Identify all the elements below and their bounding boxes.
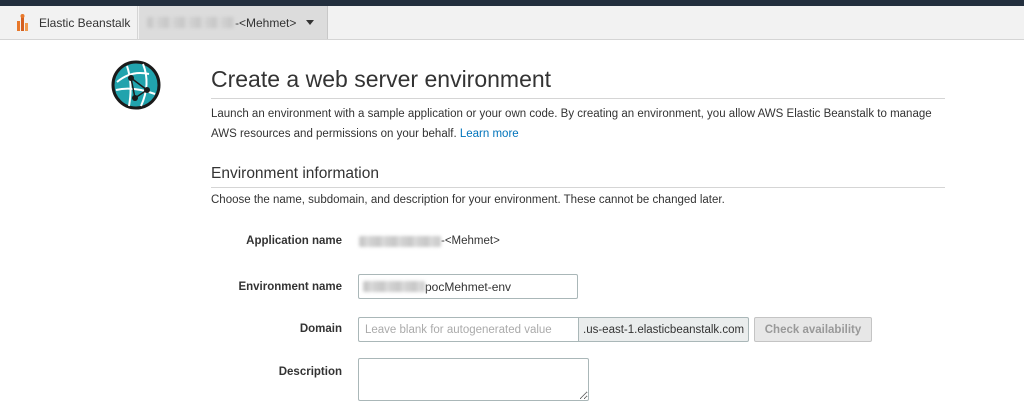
page-intro: Launch an environment with a sample appl… [211, 104, 951, 144]
redacted-text [363, 281, 425, 292]
environment-name-label: Environment name [238, 281, 342, 293]
intro-text: Launch an environment with a sample appl… [211, 108, 932, 140]
page-title: Create a web server environment [211, 66, 552, 92]
application-name-label: Application name [246, 235, 342, 247]
section-divider [211, 187, 945, 188]
environment-name-field[interactable]: pocMehmet-env [358, 274, 578, 299]
redacted-text [147, 17, 235, 28]
web-server-globe-icon [111, 60, 161, 110]
environment-name-value: pocMehmet-env [425, 279, 512, 294]
application-selector[interactable]: -<Mehmet> [139, 6, 328, 39]
redacted-text [359, 235, 441, 247]
description-label: Description [278, 366, 342, 378]
domain-input[interactable] [358, 317, 578, 342]
application-name-text: -<Mehmet> [441, 235, 500, 247]
service-home-link[interactable]: Elastic Beanstalk [0, 6, 138, 39]
domain-label: Domain [299, 323, 342, 335]
section-heading-environment-information: Environment information [211, 165, 379, 182]
description-textarea[interactable] [358, 358, 589, 401]
title-divider [211, 98, 945, 99]
service-name: Elastic Beanstalk [39, 15, 131, 30]
service-navbar: Elastic Beanstalk -<Mehmet> [0, 6, 1024, 40]
domain-suffix: .us-east-1.elasticbeanstalk.com [578, 317, 749, 342]
beanstalk-icon [17, 13, 28, 31]
check-availability-button[interactable]: Check availability [754, 317, 872, 342]
caret-down-icon [306, 20, 315, 25]
application-selector-label: -<Mehmet> [235, 15, 297, 30]
section-description: Choose the name, subdomain, and descript… [211, 194, 725, 206]
learn-more-link[interactable]: Learn more [460, 128, 519, 140]
application-name-value: -<Mehmet> [359, 235, 500, 247]
